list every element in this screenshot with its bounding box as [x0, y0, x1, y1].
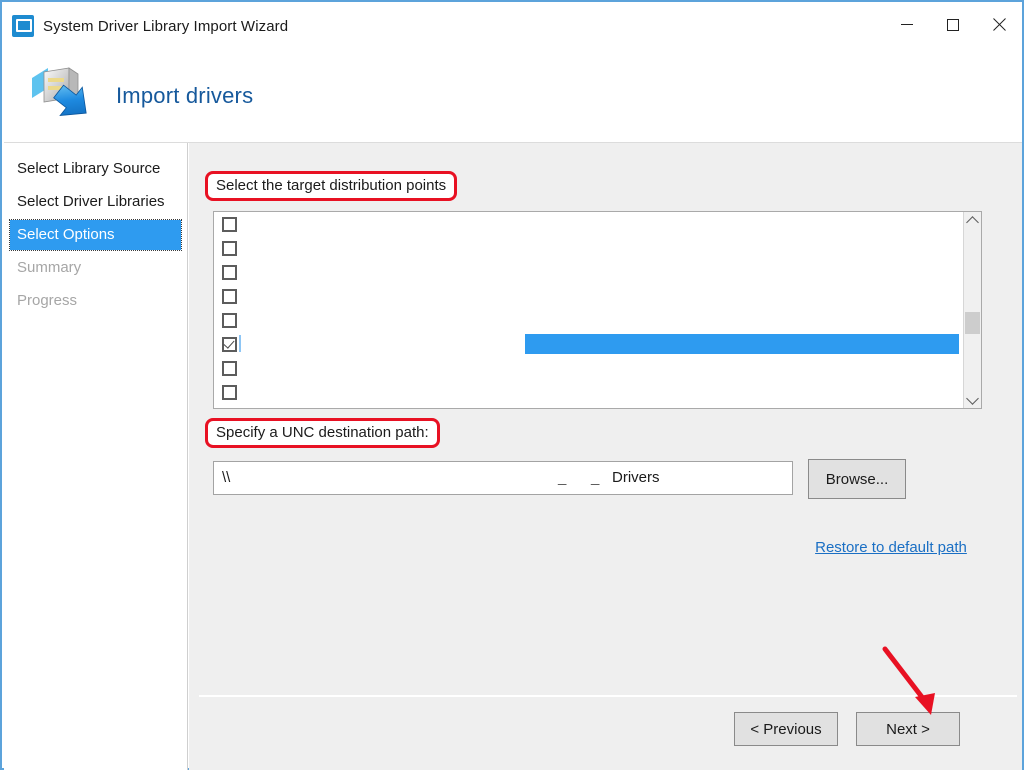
- window-controls: [884, 2, 1022, 48]
- checkbox-unchecked-icon[interactable]: [222, 264, 237, 280]
- list-rows: [214, 212, 964, 408]
- distribution-points-list[interactable]: [213, 211, 982, 409]
- close-icon: [992, 18, 1006, 32]
- previous-button[interactable]: < Previous: [734, 712, 838, 746]
- list-item[interactable]: [214, 308, 964, 332]
- footer-separator: [199, 695, 1017, 697]
- scrollbar-thumb[interactable]: [965, 312, 980, 334]
- wizard-step-sidebar: Select Library Source Select Driver Libr…: [4, 143, 188, 770]
- chevron-up-icon: [966, 215, 979, 229]
- list-item[interactable]: [214, 212, 964, 236]
- browse-button[interactable]: Browse...: [808, 459, 906, 499]
- checkbox-unchecked-icon[interactable]: [222, 288, 237, 304]
- minimize-icon: [901, 24, 913, 25]
- maximize-button[interactable]: [930, 2, 976, 48]
- list-item[interactable]: [214, 260, 964, 284]
- sidebar-item-select-library-source[interactable]: Select Library Source: [10, 154, 181, 184]
- sidebar-item-summary: Summary: [10, 253, 181, 283]
- close-button[interactable]: [976, 2, 1022, 48]
- list-item[interactable]: [214, 284, 964, 308]
- checkbox-unchecked-icon[interactable]: [222, 384, 237, 400]
- list-item[interactable]: [214, 356, 964, 380]
- window-title: System Driver Library Import Wizard: [43, 17, 289, 35]
- red-arrow-annotation-icon: [879, 643, 949, 723]
- sidebar-item-label: Summary: [17, 259, 82, 276]
- computer-monitor-icon: [12, 15, 34, 37]
- checkbox-unchecked-icon[interactable]: [222, 216, 237, 232]
- distribution-points-label: Select the target distribution points: [205, 171, 458, 201]
- next-button[interactable]: Next >: [856, 712, 960, 746]
- server-import-arrow-icon: [22, 58, 98, 134]
- sidebar-item-label: Select Library Source: [17, 160, 161, 177]
- unc-path-label: Specify a UNC destination path:: [205, 418, 440, 448]
- list-item-selected[interactable]: [214, 332, 964, 356]
- sidebar-item-label: Select Driver Libraries: [17, 193, 165, 210]
- scroll-up-button[interactable]: [964, 212, 981, 229]
- sidebar-item-progress: Progress: [10, 286, 181, 316]
- header-banner: Import drivers: [4, 50, 1022, 143]
- checkbox-unchecked-icon[interactable]: [222, 360, 237, 376]
- list-item[interactable]: [214, 380, 964, 404]
- scroll-down-button[interactable]: [964, 391, 981, 408]
- page-title: Import drivers: [116, 83, 254, 108]
- minimize-button[interactable]: [884, 2, 930, 48]
- unc-path-suffix: Drivers: [612, 469, 660, 486]
- checkbox-unchecked-icon[interactable]: [222, 312, 237, 328]
- wizard-window: System Driver Library Import Wizard Impo…: [0, 0, 1024, 770]
- checkbox-unchecked-icon[interactable]: [222, 240, 237, 256]
- unc-path-fragment-1: _: [558, 469, 567, 486]
- unc-path-fragment-2: _: [591, 469, 600, 486]
- checkbox-checked-icon[interactable]: [222, 336, 237, 352]
- sidebar-item-label: Select Options: [17, 226, 115, 243]
- selected-row-highlight: [525, 334, 959, 354]
- unc-path-prefix: \\: [222, 469, 231, 486]
- restore-default-path-link[interactable]: Restore to default path: [808, 539, 974, 556]
- sidebar-item-select-options[interactable]: Select Options: [9, 219, 182, 251]
- main-content: Select the target distribution points Sp…: [189, 143, 1022, 770]
- sidebar-item-label: Progress: [17, 292, 78, 309]
- focus-caret: [239, 335, 241, 352]
- title-bar: System Driver Library Import Wizard: [2, 2, 1022, 50]
- unc-path-input[interactable]: \\ _ _ Drivers: [213, 461, 793, 495]
- list-vertical-scrollbar[interactable]: [963, 212, 981, 408]
- chevron-down-icon: [966, 391, 979, 405]
- sidebar-item-select-driver-libraries[interactable]: Select Driver Libraries: [10, 187, 181, 217]
- maximize-icon: [947, 19, 959, 31]
- list-item[interactable]: [214, 236, 964, 260]
